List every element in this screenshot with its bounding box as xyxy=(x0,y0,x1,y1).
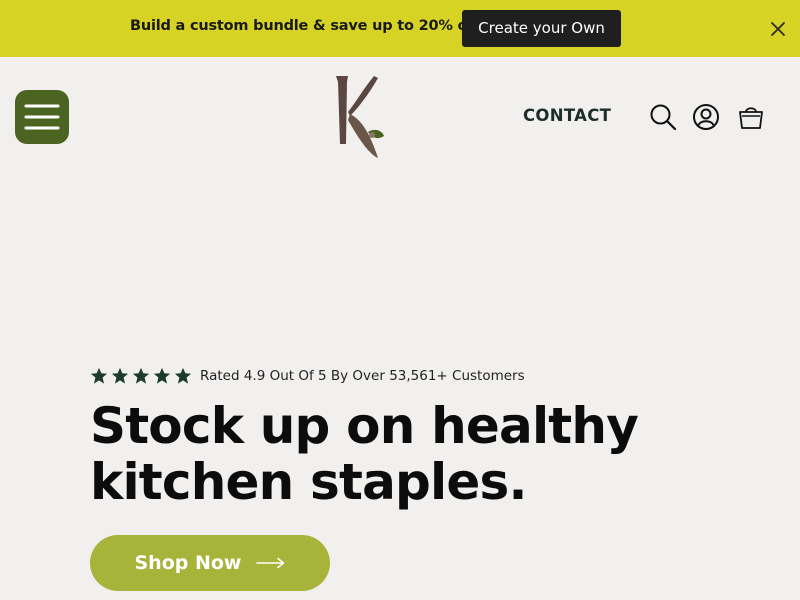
search-icon[interactable] xyxy=(649,103,677,131)
nav-contact-link[interactable]: CONTACT xyxy=(523,106,611,125)
create-your-own-button[interactable]: Create your Own xyxy=(462,10,621,47)
shop-now-button[interactable]: Shop Now xyxy=(90,535,330,591)
announcement-bar: Build a custom bundle & save up to 20% o… xyxy=(0,0,800,57)
brand-k-logo-icon xyxy=(336,76,384,158)
hero-headline: Stock up on healthy kitchen staples. xyxy=(90,398,710,510)
menu-button[interactable] xyxy=(15,90,69,144)
close-icon[interactable] xyxy=(767,18,789,40)
star-icon xyxy=(174,367,192,384)
announcement-text: Build a custom bundle & save up to 20% o… xyxy=(130,18,480,34)
cart-icon[interactable] xyxy=(737,103,765,131)
hero-headline-line-1: Stock up on healthy xyxy=(90,397,639,455)
account-icon[interactable] xyxy=(692,103,720,131)
hero-headline-line-2: kitchen staples. xyxy=(90,453,527,511)
shop-now-label: Shop Now xyxy=(134,552,242,574)
arrow-right-icon xyxy=(255,557,284,569)
star-rating xyxy=(90,367,192,385)
star-icon xyxy=(111,367,129,384)
star-icon xyxy=(153,367,171,384)
star-icon xyxy=(132,367,150,384)
hamburger-menu-icon xyxy=(24,104,60,130)
star-icon xyxy=(90,367,108,384)
brand-logo[interactable] xyxy=(332,74,388,162)
rating-summary: Rated 4.9 Out Of 5 By Over 53,561+ Custo… xyxy=(90,366,525,386)
rating-text: Rated 4.9 Out Of 5 By Over 53,561+ Custo… xyxy=(200,368,525,384)
